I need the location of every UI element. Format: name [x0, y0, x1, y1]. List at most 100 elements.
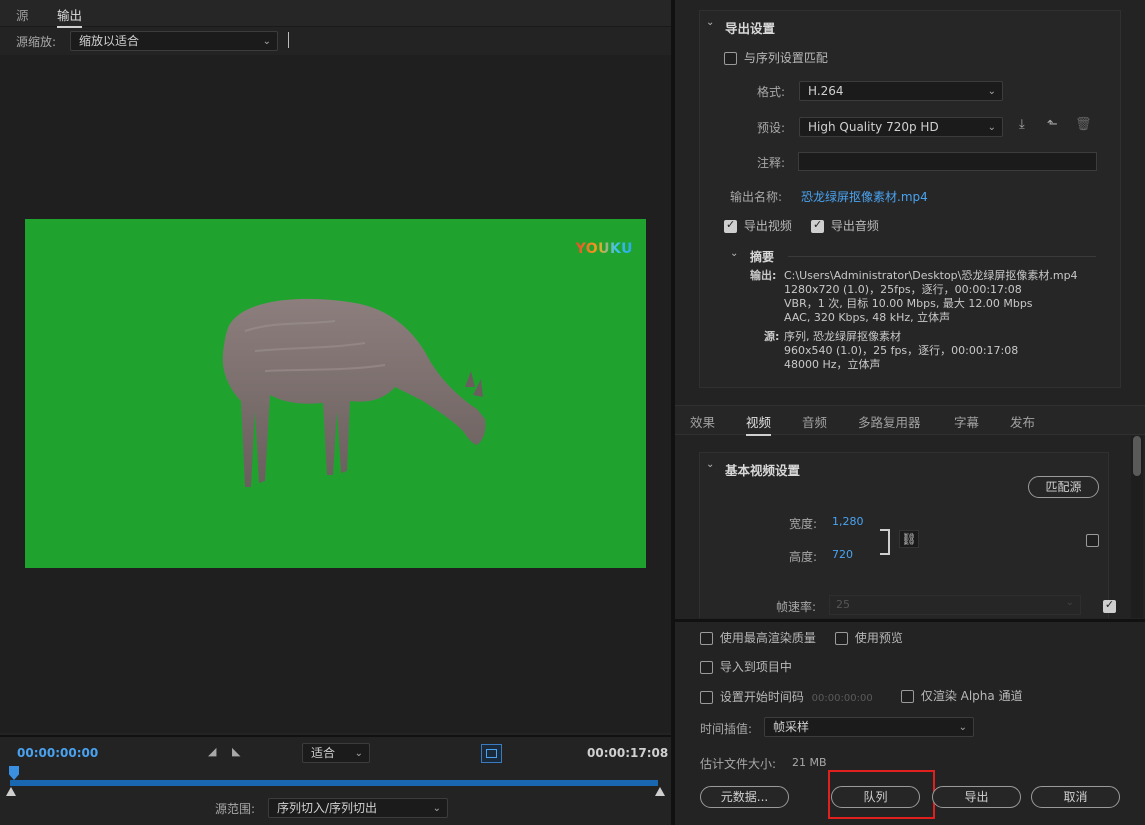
tab-publish[interactable]: 发布 — [1010, 412, 1035, 431]
tab-audio[interactable]: 音频 — [802, 412, 827, 431]
est-size-label: 估计文件大小: — [700, 757, 777, 771]
summary-source-label: 源: — [764, 330, 780, 343]
start-timecode-checkbox[interactable] — [700, 691, 713, 704]
collapse-chevron-icon[interactable]: ⌄ — [706, 459, 714, 470]
metadata-button[interactable]: 元数据... — [700, 786, 789, 808]
start-timecode-label: 设置开始时间码 — [719, 690, 804, 704]
step-forward-icon[interactable]: ◣ — [232, 745, 240, 758]
tab-captions[interactable]: 字幕 — [954, 412, 979, 431]
preset-label: 预设: — [757, 121, 786, 135]
chevron-down-icon: ⌄ — [987, 122, 996, 133]
export-settings-panel: ⌄ 导出设置 与序列设置匹配 格式: H.264 ⌄ 预设: High Qual… — [675, 0, 1145, 825]
override-dimensions-checkbox[interactable] — [1086, 534, 1099, 547]
use-previews-label: 使用预览 — [854, 631, 903, 645]
export-video-row[interactable]: 导出视频 — [724, 217, 792, 234]
fit-dropdown[interactable]: 适合 ⌄ — [302, 743, 370, 763]
preset-dropdown[interactable]: High Quality 720p HD ⌄ — [799, 117, 1003, 137]
alpha-only-row[interactable]: 仅渲染 Alpha 通道 — [901, 687, 1023, 704]
match-sequence-checkbox-row[interactable]: 与序列设置匹配 — [724, 49, 828, 66]
export-button[interactable]: 导出 — [932, 786, 1021, 808]
youku-watermark: YOUKU — [575, 241, 633, 257]
save-preset-icon[interactable]: ⤓ — [1019, 117, 1025, 132]
tab-video[interactable]: 视频 — [746, 412, 772, 436]
format-label: 格式: — [757, 85, 786, 99]
out-point-icon[interactable] — [655, 787, 665, 796]
match-source-button[interactable]: 匹配源 — [1028, 476, 1099, 498]
source-scale-dropdown[interactable]: 缩放以适合 ⌄ — [70, 31, 278, 51]
source-range-dropdown[interactable]: 序列切入/序列切出 ⌄ — [268, 798, 448, 818]
width-value[interactable]: 1,280 — [832, 515, 864, 528]
max-render-label: 使用最高渲染质量 — [719, 631, 816, 645]
comments-label: 注释: — [757, 156, 786, 170]
export-audio-row[interactable]: 导出音频 — [811, 217, 879, 234]
format-value: H.264 — [808, 84, 844, 98]
start-timecode-value: 00:00:00:00 — [811, 693, 873, 704]
comments-input[interactable] — [798, 152, 1097, 171]
max-render-checkbox[interactable] — [700, 632, 713, 645]
height-label: 高度: — [789, 550, 818, 564]
collapse-chevron-icon[interactable]: ⌄ — [706, 17, 714, 28]
summary-title: 摘要 — [750, 250, 775, 264]
aspect-ratio-icon[interactable] — [481, 744, 502, 763]
summary-output-line: AAC, 320 Kbps, 48 kHz, 立体声 — [784, 311, 951, 324]
time-interp-dropdown[interactable]: 帧采样 ⌄ — [764, 717, 974, 737]
source-output-panel: 源 输出 源缩放: 缩放以适合 ⌄ YOUKU 00:00:00:00 ◢ ◣ … — [0, 0, 671, 825]
chevron-down-icon: ⌄ — [354, 748, 363, 759]
use-previews-row[interactable]: 使用预览 — [835, 629, 903, 646]
chevron-down-icon: ⌄ — [987, 86, 996, 97]
export-video-label: 导出视频 — [743, 219, 792, 233]
basic-video-section: ⌄ 基本视频设置 匹配源 宽度: 1,280 高度: 720 ⛓ 帧速率: 25… — [699, 452, 1116, 618]
tab-source[interactable]: 源 — [16, 5, 29, 24]
delete-preset-icon[interactable]: 🗑 — [1075, 117, 1092, 132]
current-timecode[interactable]: 00:00:00:00 — [17, 746, 98, 760]
export-settings-title: 导出设置 — [725, 21, 776, 36]
import-project-checkbox[interactable] — [700, 661, 713, 674]
export-audio-label: 导出音频 — [830, 219, 879, 233]
scrollbar-thumb[interactable] — [1133, 436, 1141, 476]
frame-rate-value: 25 — [836, 598, 850, 611]
summary-chevron-icon[interactable]: ⌄ — [730, 248, 738, 259]
tab-output[interactable]: 输出 — [57, 5, 83, 28]
source-scale-label: 源缩放: — [16, 35, 57, 49]
format-dropdown[interactable]: H.264 ⌄ — [799, 81, 1003, 101]
height-value[interactable]: 720 — [832, 548, 853, 561]
step-back-icon[interactable]: ◢ — [208, 745, 216, 758]
video-preview: YOUKU — [25, 219, 646, 568]
frame-rate-dropdown[interactable]: 25 ⌄ — [829, 595, 1081, 615]
alpha-only-checkbox[interactable] — [901, 690, 914, 703]
in-point-icon[interactable] — [6, 787, 16, 796]
est-size-value: 21 MB — [792, 756, 827, 769]
source-range-label: 源范围: — [215, 802, 256, 816]
queue-button[interactable]: 队列 — [831, 786, 920, 808]
preset-value: High Quality 720p HD — [808, 120, 939, 134]
export-settings-section: ⌄ 导出设置 与序列设置匹配 格式: H.264 ⌄ 预设: High Qual… — [699, 10, 1121, 388]
link-chain-icon[interactable]: ⛓ — [899, 530, 919, 548]
bottom-divider — [675, 619, 1145, 622]
tab-multiplexer[interactable]: 多路复用器 — [858, 412, 921, 431]
source-scale-row: 源缩放: 缩放以适合 ⌄ — [0, 28, 671, 54]
summary-output-line: 1280x720 (1.0)，25fps，逐行，00:00:17:08 — [784, 283, 1022, 296]
duration-timecode: 00:00:17:08 — [587, 746, 669, 760]
chevron-down-icon: ⌄ — [432, 803, 441, 814]
time-interp-label: 时间插值: — [700, 722, 753, 736]
monitor-tabs: 源 输出 — [0, 0, 671, 28]
import-preset-icon[interactable]: ⬑ — [1047, 117, 1058, 132]
summary-output-line: VBR，1 次, 目标 10.00 Mbps, 最大 12.00 Mbps — [784, 297, 1033, 310]
tab-effects[interactable]: 效果 — [690, 412, 715, 431]
chevron-down-icon: ⌄ — [958, 722, 967, 733]
override-frame-rate-checkbox[interactable] — [1102, 598, 1116, 613]
output-name-link[interactable]: 恐龙绿屏抠像素材.mp4 — [801, 188, 928, 205]
cancel-button[interactable]: 取消 — [1031, 786, 1120, 808]
export-video-checkbox[interactable] — [724, 218, 737, 233]
import-project-row[interactable]: 导入到项目中 — [700, 658, 792, 675]
match-sequence-checkbox[interactable] — [724, 52, 737, 65]
summary-output-label: 输出: — [750, 269, 777, 282]
settings-scrollbar[interactable] — [1131, 436, 1143, 618]
use-previews-checkbox[interactable] — [835, 632, 848, 645]
scrub-bar[interactable] — [10, 780, 658, 786]
export-audio-checkbox[interactable] — [811, 218, 824, 233]
output-name-label: 输出名称: — [730, 190, 783, 204]
summary-source-line: 960x540 (1.0)，25 fps，逐行，00:00:17:08 — [784, 344, 1019, 357]
start-timecode-row[interactable]: 设置开始时间码 00:00:00:00 — [700, 688, 873, 705]
max-render-row[interactable]: 使用最高渲染质量 — [700, 629, 816, 646]
